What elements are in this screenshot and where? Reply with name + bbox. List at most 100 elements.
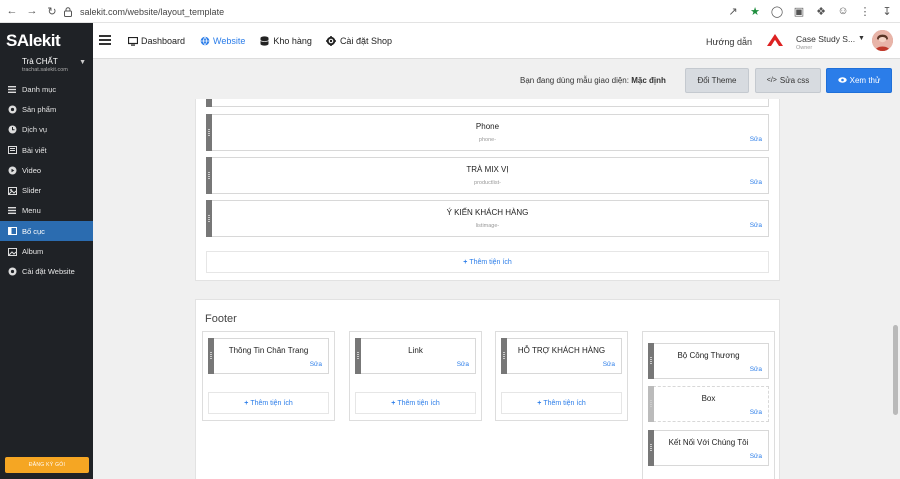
image-icon bbox=[7, 247, 17, 257]
nav-dashboard[interactable]: Dashboard bbox=[127, 36, 185, 47]
share-icon[interactable]: ↗ bbox=[726, 3, 740, 19]
widget-title: HỖ TRỢ KHÁCH HÀNG bbox=[517, 346, 606, 355]
drag-handle[interactable] bbox=[501, 338, 507, 374]
current-theme-text: Bạn đang dùng mẫu giao diện: Mặc định bbox=[520, 76, 666, 85]
theme-toolbar: Bạn đang dùng mẫu giao diện: Mặc định Đổ… bbox=[93, 59, 900, 99]
widget-title: Thông Tin Chân Trang bbox=[228, 346, 309, 355]
sidebar-item-menu[interactable]: Menu bbox=[0, 201, 93, 221]
edit-link[interactable]: Sửa bbox=[750, 453, 762, 460]
edit-css-button[interactable]: </> Sửa css bbox=[755, 68, 821, 93]
store-url: trachat.salekit.com bbox=[22, 67, 68, 73]
widget-link[interactable]: Link Sửa bbox=[355, 338, 476, 374]
sidebar-item-slider[interactable]: Slider bbox=[0, 180, 93, 200]
footer-column-4: Bộ Công Thương Sửa Box Sửa Kết Nối Với C… bbox=[642, 331, 775, 479]
sidebar-item-danh-muc[interactable]: Danh mục bbox=[0, 79, 93, 99]
drag-handle[interactable] bbox=[206, 157, 212, 194]
widget-title: Link bbox=[408, 346, 423, 355]
footer-column-1: Thông Tin Chân Trang Sửa + Thêm tiện ích bbox=[202, 331, 335, 421]
store-name: Trà CHẤT bbox=[22, 57, 58, 66]
avatar[interactable] bbox=[872, 30, 893, 51]
edit-link[interactable]: Sửa bbox=[750, 179, 762, 186]
drag-handle[interactable] bbox=[648, 430, 654, 466]
widget-phone[interactable]: Phone phone- Sửa bbox=[206, 114, 769, 151]
plus-icon: + bbox=[537, 399, 542, 407]
menu-icon bbox=[7, 206, 17, 216]
shield-icon[interactable]: ◯ bbox=[770, 3, 784, 19]
drag-handle[interactable] bbox=[206, 200, 212, 237]
drag-handle[interactable] bbox=[208, 338, 214, 374]
edit-link[interactable]: Sửa bbox=[457, 361, 469, 368]
sidebar-item-bai-viet[interactable]: Bài viết bbox=[0, 140, 93, 160]
preview-button[interactable]: Xem thử bbox=[826, 68, 892, 93]
drag-handle[interactable] bbox=[206, 114, 212, 151]
sidebar-menu: Danh mục Sản phẩm Dịch vụ Bài viết Video… bbox=[0, 79, 93, 282]
gear-icon bbox=[7, 104, 17, 114]
upgrade-button[interactable]: ĐĂNG KÝ GÓI bbox=[5, 457, 89, 473]
menu-dots-icon[interactable]: ⋮ bbox=[858, 3, 872, 19]
sidebar-item-video[interactable]: Video bbox=[0, 160, 93, 180]
edit-link[interactable]: Sửa bbox=[310, 361, 322, 368]
profile-icon[interactable]: ☺ bbox=[836, 3, 850, 19]
download-ext-icon[interactable]: ▣ bbox=[792, 3, 806, 19]
address-bar[interactable]: salekit.com/website/layout_template bbox=[62, 2, 752, 21]
drag-handle[interactable] bbox=[206, 99, 212, 107]
database-icon bbox=[259, 36, 270, 47]
edit-link[interactable]: Sửa bbox=[750, 366, 762, 373]
puzzle-icon[interactable]: ❖ bbox=[814, 3, 828, 19]
change-theme-button[interactable]: Đổi Theme bbox=[685, 68, 749, 93]
app-header: Dashboard Website Kho hàng Cài đặt Shop … bbox=[93, 23, 900, 59]
browser-toolbar: ← → ↻ salekit.com/website/layout_templat… bbox=[0, 0, 900, 23]
back-icon[interactable]: ← bbox=[4, 3, 20, 19]
globe-icon bbox=[199, 36, 210, 47]
help-link[interactable]: Hướng dẫn bbox=[706, 37, 752, 47]
drag-handle[interactable] bbox=[355, 338, 361, 374]
forward-icon[interactable]: → bbox=[24, 3, 40, 19]
reload-icon[interactable]: ↻ bbox=[44, 3, 60, 19]
footer-title: Footer bbox=[205, 313, 237, 325]
widget-previous[interactable] bbox=[206, 99, 769, 107]
widget-bo-cong-thuong[interactable]: Bộ Công Thương Sửa bbox=[648, 343, 769, 379]
star-icon[interactable]: ★ bbox=[748, 3, 762, 19]
footer-column-3: HỖ TRỢ KHÁCH HÀNG Sửa + Thêm tiện ích bbox=[495, 331, 628, 421]
monitor-icon bbox=[127, 36, 138, 47]
edit-link[interactable]: Sửa bbox=[603, 361, 615, 368]
sidebar: SAlekit Trà CHẤT trachat.salekit.com ▼ D… bbox=[0, 23, 93, 479]
widget-ket-noi-voi-chung-toi[interactable]: Kết Nối Với Chúng Tôi Sửa bbox=[648, 430, 769, 466]
store-switcher[interactable]: Trà CHẤT trachat.salekit.com ▼ bbox=[6, 57, 90, 73]
edit-link[interactable]: Sửa bbox=[750, 222, 762, 229]
add-widget-button[interactable]: + Thêm tiện ích bbox=[501, 392, 622, 414]
sidebar-item-cai-dat-website[interactable]: Cài đặt Website bbox=[0, 262, 93, 282]
add-widget-button[interactable]: + Thêm tiện ích bbox=[208, 392, 329, 414]
scrollbar-thumb[interactable] bbox=[893, 325, 898, 415]
drag-handle[interactable] bbox=[648, 343, 654, 379]
brand-logo-icon bbox=[766, 33, 784, 47]
sidebar-item-bo-cuc[interactable]: Bố cục bbox=[0, 221, 93, 242]
drag-handle[interactable] bbox=[648, 386, 654, 422]
page-scrollbar[interactable] bbox=[891, 99, 900, 479]
download-icon[interactable]: ↧ bbox=[880, 3, 894, 19]
edit-link[interactable]: Sửa bbox=[750, 136, 762, 143]
widget-title: Box bbox=[701, 394, 716, 403]
widget-tra-mix-vi[interactable]: TRÀ MIX VỊ productlist- Sửa bbox=[206, 157, 769, 194]
widget-box[interactable]: Box Sửa bbox=[648, 386, 769, 422]
play-icon bbox=[7, 165, 17, 175]
caret-down-icon: ▼ bbox=[858, 35, 865, 42]
sidebar-item-album[interactable]: Album bbox=[0, 241, 93, 261]
nav-website[interactable]: Website bbox=[199, 36, 245, 47]
widget-ho-tro-khach-hang[interactable]: HỖ TRỢ KHÁCH HÀNG Sửa bbox=[501, 338, 622, 374]
widget-title: Ý KIẾN KHÁCH HÀNG bbox=[446, 208, 529, 217]
add-widget-button[interactable]: + Thêm tiện ích bbox=[355, 392, 476, 414]
add-widget-button[interactable]: + Thêm tiện ích bbox=[206, 251, 769, 273]
layout-editor: Phone phone- Sửa TRÀ MIX VỊ productlist-… bbox=[93, 99, 891, 479]
widget-thong-tin-chan-trang[interactable]: Thông Tin Chân Trang Sửa bbox=[208, 338, 329, 374]
sidebar-item-dich-vu[interactable]: Dịch vụ bbox=[0, 120, 93, 140]
widget-title: Kết Nối Với Chúng Tôi bbox=[668, 438, 749, 447]
logo[interactable]: SAlekit bbox=[6, 31, 61, 51]
nav-kho-hang[interactable]: Kho hàng bbox=[259, 36, 312, 47]
account-switcher[interactable]: Case Study S... Owner ▼ bbox=[766, 29, 866, 53]
sidebar-item-san-pham[interactable]: Sản phẩm bbox=[0, 99, 93, 119]
nav-cai-dat-shop[interactable]: Cài đặt Shop bbox=[326, 36, 392, 47]
hamburger-icon[interactable] bbox=[99, 35, 111, 45]
widget-y-kien-khach-hang[interactable]: Ý KIẾN KHÁCH HÀNG listimage- Sửa bbox=[206, 200, 769, 237]
edit-link[interactable]: Sửa bbox=[750, 409, 762, 416]
